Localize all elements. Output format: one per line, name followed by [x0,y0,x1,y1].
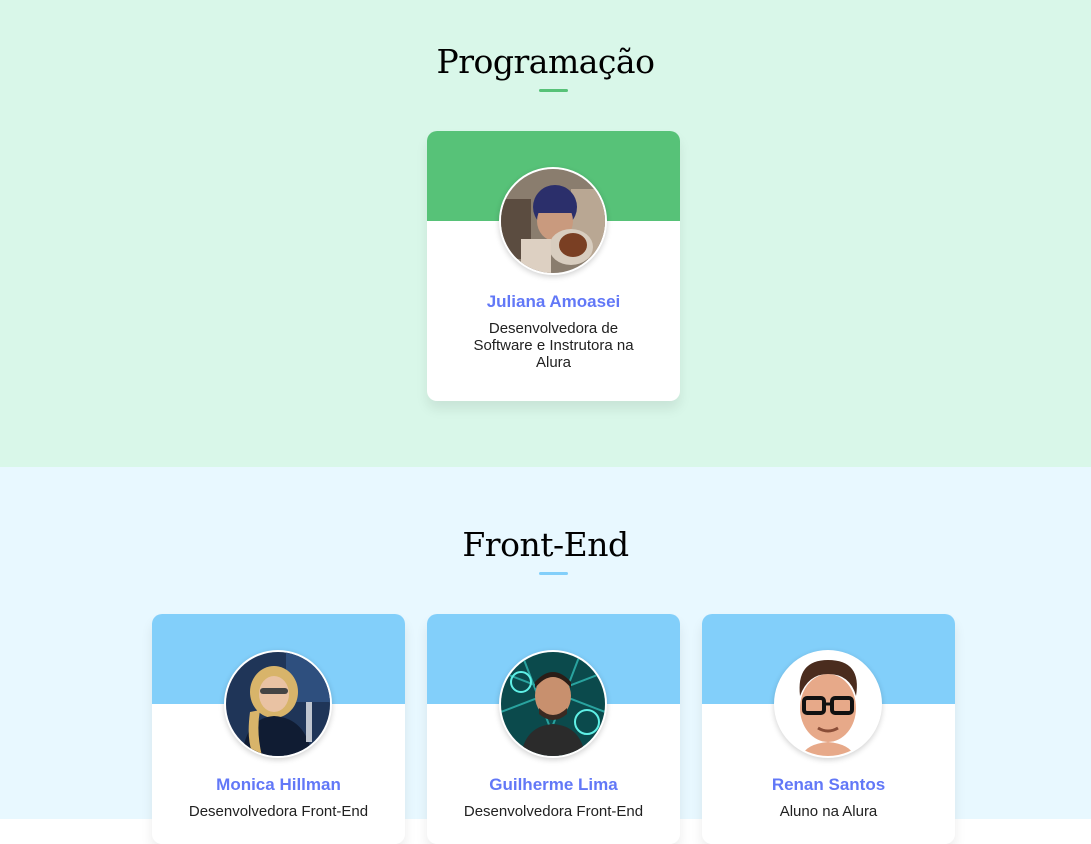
section-title: Programação [436,42,655,81]
card-role: Desenvolvedora de Software e Instrutora … [473,320,634,371]
person-photo-icon [501,169,605,273]
memoji-icon [776,652,880,756]
person-photo-icon [501,652,605,756]
avatar [499,650,607,758]
collaborator-card[interactable]: Guilherme Lima Desenvolvedora Front-End [427,614,680,844]
avatar [499,167,607,275]
avatar [224,650,332,758]
collaborator-card[interactable]: Renan Santos Aluno na Alura [702,614,955,844]
section-front-end: Front-End Monica Hillman Desenvolvedora … [0,467,1091,844]
collaborator-card[interactable]: Juliana Amoasei Desenvolvedora de Softwa… [427,131,680,401]
title-underline [539,572,568,575]
section-programacao: Programação Juliana Amoasei Desenvolvedo… [0,0,1091,467]
person-photo-icon [226,652,330,756]
card-name: Monica Hillman [216,775,341,794]
title-underline [539,89,568,92]
collaborator-card[interactable]: Monica Hillman Desenvolvedora Front-End [152,614,405,844]
card-role: Desenvolvedora Front-End [463,803,644,820]
card-name: Renan Santos [771,775,886,794]
card-name: Guilherme Lima [489,775,618,794]
section-title: Front-End [462,525,629,564]
avatar [774,650,882,758]
card-name: Juliana Amoasei [486,292,621,311]
card-role: Aluno na Alura [779,803,878,820]
card-role: Desenvolvedora Front-End [188,803,369,820]
